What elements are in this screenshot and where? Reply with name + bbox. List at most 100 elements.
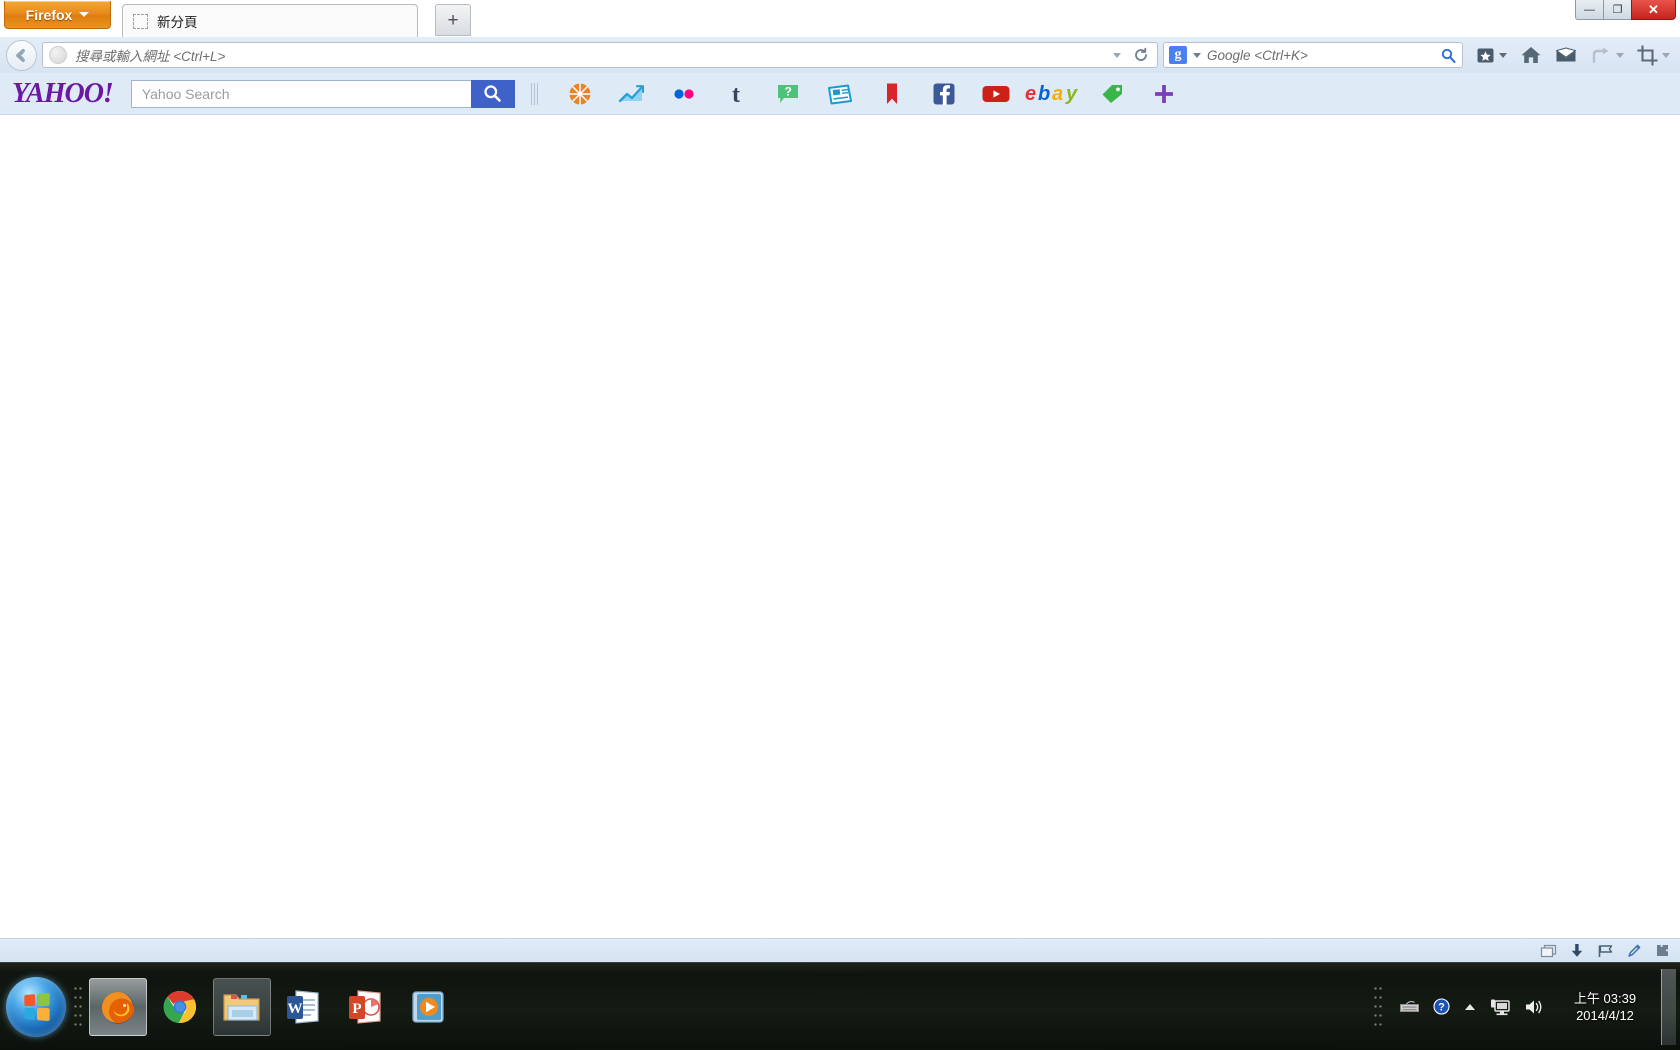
taskbar-clock[interactable]: 上午 03:39 2014/4/12 bbox=[1555, 990, 1655, 1024]
yahoo-answers-button[interactable]: ? bbox=[762, 76, 814, 112]
taskbar-word[interactable]: W bbox=[275, 978, 333, 1036]
window-stack-icon[interactable] bbox=[1540, 944, 1557, 958]
basketball-icon bbox=[569, 83, 591, 104]
minimize-button[interactable]: — bbox=[1575, 0, 1604, 20]
restore-button[interactable]: ❐ bbox=[1603, 0, 1632, 20]
line-chart-icon bbox=[618, 84, 644, 102]
windows-taskbar: W P ? 上午 03:39 2014/4/12 bbox=[0, 962, 1680, 1050]
bookmarks-button[interactable] bbox=[866, 76, 918, 112]
star-box-icon bbox=[1477, 48, 1494, 62]
svg-text:a: a bbox=[1052, 83, 1063, 105]
search-bar[interactable]: g Google <Ctrl+K> bbox=[1163, 42, 1463, 68]
chevron-down-icon[interactable] bbox=[1499, 52, 1507, 58]
chrome-icon bbox=[163, 990, 196, 1023]
taskbar-powerpoint[interactable]: P bbox=[337, 978, 395, 1036]
address-bar[interactable]: 搜尋或輸入網址 <Ctrl+L> bbox=[42, 42, 1158, 68]
show-desktop-button[interactable] bbox=[1661, 968, 1676, 1045]
search-bar-placeholder: Google <Ctrl+K> bbox=[1207, 47, 1308, 63]
firefox-window: Firefox 新分頁 + — ❐ ✕ 搜尋或輸入網址 <Ctrl+L> g G… bbox=[0, 0, 1680, 962]
tumblr-button[interactable]: t bbox=[710, 76, 762, 112]
home-icon bbox=[1521, 47, 1541, 63]
powerpoint-icon: P bbox=[349, 989, 381, 1024]
close-button[interactable]: ✕ bbox=[1631, 0, 1676, 20]
svg-text:?: ? bbox=[784, 84, 791, 98]
flickr-button[interactable] bbox=[658, 76, 710, 112]
tab-new-page[interactable]: 新分頁 bbox=[122, 4, 418, 37]
reload-icon[interactable] bbox=[1133, 47, 1149, 63]
firefox-menu-button[interactable]: Firefox bbox=[4, 1, 111, 29]
taskbar-items: W P bbox=[89, 977, 457, 1036]
firefox-icon bbox=[102, 991, 135, 1024]
puzzle-icon[interactable] bbox=[1655, 943, 1670, 958]
new-tab-label: + bbox=[447, 9, 459, 31]
svg-text:W: W bbox=[288, 1001, 303, 1017]
yahoo-search: Yahoo Search bbox=[130, 79, 515, 108]
back-arrow-icon bbox=[16, 48, 25, 62]
yahoo-sports-button[interactable] bbox=[554, 76, 606, 112]
flag-icon[interactable] bbox=[1597, 944, 1614, 958]
taskbar-chrome[interactable] bbox=[151, 978, 209, 1036]
clock-time: 上午 03:39 bbox=[1573, 990, 1637, 1006]
blank-page-icon bbox=[133, 13, 148, 29]
flickr-dots-icon bbox=[674, 88, 694, 99]
globe-icon bbox=[49, 46, 67, 64]
svg-text:P: P bbox=[352, 1001, 361, 1017]
firefox-menu-label: Firefox bbox=[25, 6, 73, 23]
chevron-down-icon[interactable] bbox=[1616, 52, 1624, 58]
ebay-button[interactable]: e b a y bbox=[1022, 76, 1086, 112]
tray-volume-icon[interactable] bbox=[1524, 998, 1545, 1016]
start-button[interactable] bbox=[6, 976, 66, 1037]
tray-network-icon[interactable] bbox=[1490, 998, 1511, 1016]
yahoo-search-input[interactable]: Yahoo Search bbox=[130, 79, 471, 108]
plus-icon bbox=[1154, 84, 1173, 103]
chevron-down-icon[interactable] bbox=[1113, 52, 1121, 58]
red-bookmark-icon bbox=[886, 83, 897, 104]
taskbar-explorer[interactable] bbox=[213, 977, 271, 1036]
page-content bbox=[0, 115, 1680, 938]
tray-show-hidden-icon[interactable] bbox=[1463, 1002, 1477, 1012]
undo-close-tab-button[interactable] bbox=[1590, 45, 1624, 65]
crop-frame-icon bbox=[1637, 44, 1658, 66]
taskbar-divider bbox=[73, 983, 82, 1030]
folder-icon bbox=[223, 993, 260, 1021]
tray-help-icon[interactable]: ? bbox=[1433, 998, 1450, 1015]
pen-icon[interactable] bbox=[1627, 943, 1642, 958]
home-button[interactable] bbox=[1520, 45, 1542, 65]
mail-button[interactable] bbox=[1555, 46, 1577, 64]
ebay-logo-icon: e b a y bbox=[1025, 83, 1078, 105]
yahoo-search-button[interactable] bbox=[470, 79, 515, 108]
download-arrow-icon[interactable] bbox=[1570, 943, 1584, 958]
add-app-button[interactable] bbox=[1138, 76, 1190, 112]
chevron-down-icon[interactable] bbox=[1662, 52, 1670, 58]
svg-text:t: t bbox=[732, 82, 740, 107]
yahoo-finance-button[interactable] bbox=[606, 76, 658, 112]
yahoo-toolbar: YAHOO! Yahoo Search t ? e b a y bbox=[0, 73, 1680, 115]
yahoo-news-button[interactable] bbox=[814, 76, 866, 112]
tumblr-t-icon: t bbox=[732, 82, 740, 107]
youtube-button[interactable] bbox=[970, 76, 1022, 112]
tab-label: 新分頁 bbox=[157, 15, 198, 30]
facebook-button[interactable] bbox=[918, 76, 970, 112]
bookmarks-button[interactable] bbox=[1476, 46, 1507, 65]
chevron-down-icon bbox=[79, 12, 90, 17]
chevron-down-icon[interactable] bbox=[1193, 52, 1201, 58]
back-button[interactable] bbox=[6, 39, 37, 71]
google-engine-icon[interactable]: g bbox=[1169, 46, 1187, 64]
yahoo-search-placeholder: Yahoo Search bbox=[141, 85, 230, 102]
screenshot-button[interactable] bbox=[1637, 44, 1670, 66]
new-tab-button[interactable]: + bbox=[435, 4, 471, 36]
facebook-f-icon bbox=[933, 83, 955, 105]
taskbar-media-player[interactable] bbox=[399, 978, 457, 1036]
taskbar-firefox[interactable] bbox=[89, 977, 147, 1036]
tray-keyboard-icon[interactable] bbox=[1399, 999, 1420, 1014]
toolbar-buttons bbox=[1468, 44, 1674, 66]
shopping-tag-button[interactable] bbox=[1086, 76, 1138, 112]
svg-text:?: ? bbox=[1438, 1002, 1445, 1014]
media-player-icon bbox=[412, 990, 444, 1023]
question-bubble-icon: ? bbox=[777, 84, 798, 103]
address-bar-actions bbox=[1113, 47, 1151, 63]
yahoo-logo[interactable]: YAHOO! bbox=[12, 79, 114, 108]
drag-grip[interactable] bbox=[530, 82, 538, 105]
windows-logo-icon bbox=[24, 992, 50, 1021]
magnifier-icon[interactable] bbox=[1440, 47, 1457, 64]
